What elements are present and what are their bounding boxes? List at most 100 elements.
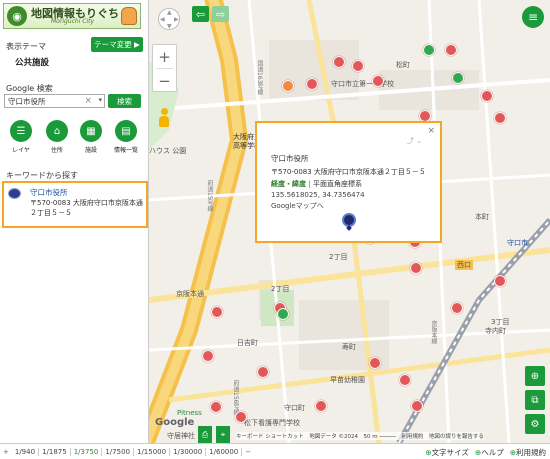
search-input-value: 守口市役所 xyxy=(8,96,46,106)
tool-layers[interactable]: ☰ レイヤ xyxy=(6,120,36,154)
map-label-teraguchi: 寺内町 xyxy=(485,327,506,335)
settings-gear-icon[interactable]: ⚙ xyxy=(525,414,545,434)
tool-info-list[interactable]: ▤ 情報一覧 xyxy=(111,120,141,154)
poi-marker[interactable] xyxy=(282,80,294,92)
terms-link[interactable]: ⊕利用規約 xyxy=(510,447,546,458)
latlng-link[interactable]: 経度・緯度 xyxy=(271,180,306,188)
map-label-school: 守口市立第一中学校 xyxy=(331,80,394,88)
logo[interactable]: ◉ 地図情報もりぐち Moriguchi City xyxy=(3,3,141,29)
tool-address[interactable]: ⌂ 住所 xyxy=(42,120,72,154)
scale-option[interactable]: 1/30000 xyxy=(170,447,207,456)
locate-icon[interactable]: ⊕ xyxy=(525,366,545,386)
scale-decrease-button[interactable]: − xyxy=(242,448,254,456)
zoom-control: + − xyxy=(152,44,177,92)
poi-marker[interactable] xyxy=(202,350,214,362)
close-icon[interactable]: × xyxy=(427,126,435,136)
pan-control[interactable]: ▲ ▼ ◀ ▶ xyxy=(158,8,180,30)
help-link[interactable]: ⊕ヘルプ xyxy=(475,447,504,458)
plane-coords-link[interactable]: 平面直角座標系 xyxy=(313,180,362,188)
poi-marker[interactable] xyxy=(369,357,381,369)
sidebar: ◉ 地図情報もりぐち Moriguchi City 表示テーマ テーマ変更 ▶ … xyxy=(0,0,149,443)
map-label-waseda: 早苗幼稚園 xyxy=(330,376,365,384)
map-label-nishiguchi: 西口 xyxy=(455,260,473,270)
pan-up-icon[interactable]: ▲ xyxy=(167,9,172,16)
poi-marker[interactable] xyxy=(333,56,345,68)
map-label-route1: 国道163号線 xyxy=(256,60,263,96)
print-icon[interactable]: ⎙ xyxy=(198,426,212,443)
logo-title: 地図情報もりぐち xyxy=(31,6,119,20)
theme-change-button[interactable]: テーマ変更 ▶ xyxy=(91,37,143,52)
map-label-keihan-line: 京阪本線 xyxy=(430,320,437,344)
tool-label: レイヤ xyxy=(12,147,30,154)
street-view-pegman-icon[interactable] xyxy=(159,108,169,128)
zoom-in-button[interactable]: + xyxy=(153,45,176,68)
map-label-keihan-dori: 京阪本通 xyxy=(176,290,204,298)
share-icon[interactable]: ⤴ ⌄ xyxy=(407,136,422,146)
menu-button[interactable]: ≡ xyxy=(522,6,544,28)
pan-left-icon[interactable]: ◀ xyxy=(160,16,165,23)
layers-icon: ☰ xyxy=(10,120,32,142)
house-icon: ⌂ xyxy=(46,120,68,142)
poi-marker[interactable] xyxy=(494,112,506,124)
poi-marker[interactable] xyxy=(481,90,493,102)
map-label-2chome-b: 2丁目 xyxy=(271,285,290,293)
forward-arrow-button[interactable]: ⇨ xyxy=(212,6,229,22)
map-label-2chome-a: 2丁目 xyxy=(329,253,348,261)
poi-marker[interactable] xyxy=(410,262,422,274)
poi-marker[interactable] xyxy=(423,44,435,56)
poi-marker[interactable] xyxy=(352,60,364,72)
pan-right-icon[interactable]: ▶ xyxy=(174,16,179,23)
google-maps-link[interactable]: Googleマップへ xyxy=(271,201,324,211)
poi-marker[interactable] xyxy=(257,366,269,378)
poi-marker[interactable] xyxy=(315,400,327,412)
poi-marker[interactable] xyxy=(211,306,223,318)
map-label-kotobuki: 寿町 xyxy=(342,343,356,351)
map-label-hiyoshi: 日吉町 xyxy=(237,339,258,347)
poi-marker[interactable] xyxy=(494,275,506,287)
result-name[interactable]: 守口市役所 xyxy=(30,187,68,198)
poi-marker[interactable] xyxy=(372,75,384,87)
poi-marker[interactable] xyxy=(445,44,457,56)
building-icon: ▦ xyxy=(80,120,102,142)
list-icon: ▤ xyxy=(115,120,137,142)
tool-label: 情報一覧 xyxy=(113,147,138,154)
search-input[interactable]: 守口市役所 × ▾ xyxy=(4,94,105,108)
dropdown-icon[interactable]: ▾ xyxy=(98,96,102,104)
zoom-out-button[interactable]: − xyxy=(153,69,176,92)
poi-marker[interactable] xyxy=(452,72,464,84)
scale-option[interactable]: 1/15000 xyxy=(134,447,171,456)
clear-icon[interactable]: × xyxy=(84,96,92,106)
map[interactable]: 守口市立第一中学校 松町 大阪府立大阪工科高等学校 ハウス 公園 本町 守口市 … xyxy=(149,0,550,443)
pan-down-icon[interactable]: ▼ xyxy=(167,23,172,30)
map-label-jinja: 守居神社 xyxy=(167,432,195,440)
scale-option[interactable]: 1/7500 xyxy=(102,447,134,456)
tool-facility[interactable]: ▦ 施設 xyxy=(76,120,106,154)
scale-option[interactable]: 1/940 xyxy=(12,447,40,456)
search-button[interactable]: 検索 xyxy=(108,94,141,108)
poi-marker[interactable] xyxy=(210,401,222,413)
pin-drop-icon[interactable]: ⌖ xyxy=(216,426,230,443)
poi-marker[interactable] xyxy=(411,400,423,412)
mascot-icon xyxy=(121,7,137,25)
poi-marker[interactable] xyxy=(306,78,318,90)
scale-increase-button[interactable]: + xyxy=(0,448,12,456)
poi-marker[interactable] xyxy=(277,308,289,320)
copy-icon[interactable]: ⧉ xyxy=(525,390,545,410)
font-size-link[interactable]: ⊕文字サイズ xyxy=(425,447,469,458)
poi-marker[interactable] xyxy=(451,302,463,314)
scale-option[interactable]: 1/1875 xyxy=(39,447,71,456)
pin-icon xyxy=(8,188,21,199)
map-label-moriguchi-station: 守口市 xyxy=(507,239,528,247)
info-coordinate-systems: 経度・緯度 | 平面直角座標系 xyxy=(271,180,363,188)
scale-option[interactable]: 1/60000 xyxy=(206,447,243,456)
result-address: 〒570-0083 大阪府守口市京阪本通２丁目５－５ xyxy=(30,199,143,217)
scale-option-active[interactable]: 1/3750 xyxy=(71,447,103,456)
poi-marker[interactable] xyxy=(235,411,247,423)
tool-label: 住所 xyxy=(50,147,63,154)
tool-label: 施設 xyxy=(84,147,97,154)
back-arrow-button[interactable]: ⇦ xyxy=(192,6,209,22)
map-attribution: キーボード ショートカット 地図データ ©2024 50 m ───── 利用規… xyxy=(236,432,484,440)
poi-marker[interactable] xyxy=(399,374,411,386)
theme-value: 公共施設 xyxy=(15,58,50,68)
search-result-item[interactable]: 守口市役所 〒570-0083 大阪府守口市京阪本通２丁目５－５ xyxy=(2,181,148,228)
